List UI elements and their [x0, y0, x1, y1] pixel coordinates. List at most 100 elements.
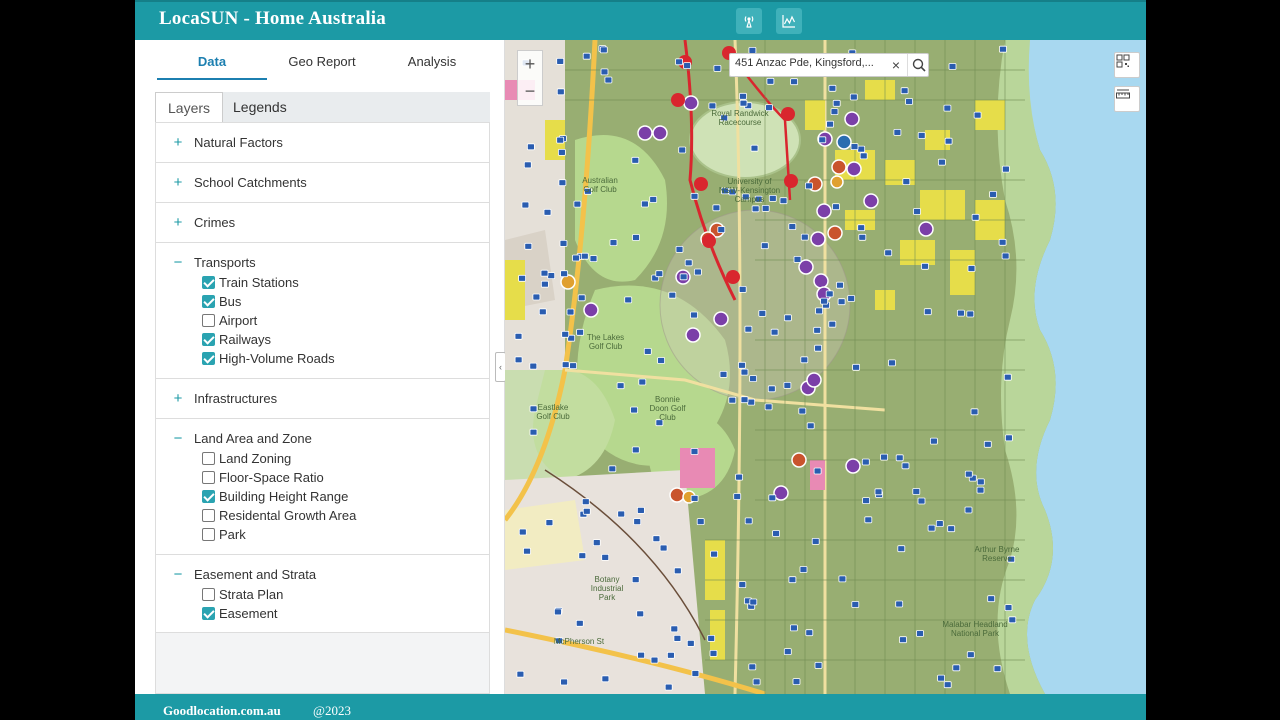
bus-stop-icon[interactable]	[556, 57, 565, 65]
bus-stop-icon[interactable]	[766, 77, 775, 85]
bus-stop-icon[interactable]	[783, 648, 792, 655]
bus-stop-icon[interactable]	[805, 629, 814, 637]
close-icon[interactable]: ×	[887, 56, 905, 74]
search-button[interactable]	[907, 54, 929, 76]
bus-stop-icon[interactable]	[976, 478, 985, 486]
bus-stop-icon[interactable]	[684, 259, 693, 267]
bus-stop-icon[interactable]	[852, 363, 861, 371]
bus-stop-icon[interactable]	[964, 506, 973, 514]
bus-stop-icon[interactable]	[604, 76, 613, 84]
checkbox[interactable]	[202, 295, 215, 308]
bus-stop-icon[interactable]	[927, 524, 936, 532]
bus-stop-icon[interactable]	[693, 268, 702, 276]
bus-stop-icon[interactable]	[792, 678, 801, 685]
bus-stop-icon[interactable]	[923, 308, 932, 316]
bus-stop-icon[interactable]	[772, 530, 781, 537]
bus-stop-icon[interactable]	[828, 84, 837, 92]
bus-stop-icon[interactable]	[948, 63, 957, 70]
bus-stop-icon[interactable]	[566, 308, 575, 316]
bus-stop-icon[interactable]	[815, 307, 824, 315]
bus-stop-icon[interactable]	[523, 161, 532, 169]
bus-stop-icon[interactable]	[609, 239, 618, 247]
bus-stop-icon[interactable]	[858, 233, 867, 241]
bus-stop-icon[interactable]	[738, 581, 747, 588]
footer-site-link[interactable]: Goodlocation.com.au	[163, 703, 281, 719]
bus-stop-icon[interactable]	[710, 550, 719, 558]
bus-stop-icon[interactable]	[545, 519, 554, 527]
bus-stop-icon[interactable]	[524, 242, 533, 250]
expand-plus-icon[interactable]: +	[171, 135, 185, 151]
bus-stop-icon[interactable]	[895, 454, 904, 462]
group-header[interactable]: + School Catchments	[156, 175, 489, 191]
bus-stop-icon[interactable]	[573, 200, 582, 208]
bus-stop-icon[interactable]	[998, 238, 1007, 246]
bus-stop-icon[interactable]	[767, 385, 776, 393]
bus-stop-icon[interactable]	[668, 291, 677, 299]
collapse-minus-icon[interactable]: −	[171, 431, 185, 447]
bus-stop-icon[interactable]	[826, 120, 835, 128]
bus-stop-icon[interactable]	[830, 108, 839, 115]
bus-stop-icon[interactable]	[814, 344, 823, 352]
bus-stop-icon[interactable]	[569, 362, 577, 370]
bus-stop-icon[interactable]	[857, 224, 866, 232]
layer-railways[interactable]: Railways	[202, 331, 462, 349]
bus-stop-icon[interactable]	[862, 497, 871, 505]
bus-stop-icon[interactable]	[825, 290, 834, 298]
bus-stop-icon[interactable]	[577, 294, 586, 302]
bus-stop-icon[interactable]	[690, 448, 699, 455]
bus-stop-icon[interactable]	[652, 535, 661, 543]
bus-stop-icon[interactable]	[679, 273, 688, 281]
bus-stop-icon[interactable]	[966, 651, 975, 659]
checkbox[interactable]	[202, 528, 215, 541]
bus-stop-icon[interactable]	[631, 446, 640, 454]
bus-stop-icon[interactable]	[859, 152, 868, 160]
bus-stop-icon[interactable]	[874, 488, 883, 496]
bus-stop-icon[interactable]	[541, 280, 549, 288]
checkbox[interactable]	[202, 276, 215, 289]
collapse-minus-icon[interactable]: −	[171, 567, 185, 583]
bus-stop-icon[interactable]	[783, 381, 792, 389]
bus-stop-icon[interactable]	[717, 226, 726, 234]
bus-stop-icon[interactable]	[649, 196, 658, 203]
bus-stop-icon[interactable]	[558, 179, 567, 187]
bus-stop-icon[interactable]	[673, 635, 682, 642]
checkbox[interactable]	[202, 333, 215, 346]
group-header[interactable]: − Easement and Strata	[156, 567, 489, 583]
layer-train-stations[interactable]: Train Stations	[202, 274, 462, 292]
bus-stop-icon[interactable]	[560, 270, 568, 278]
bus-stop-icon[interactable]	[789, 624, 798, 632]
bus-stop-icon[interactable]	[540, 269, 549, 277]
bus-stop-icon[interactable]	[532, 293, 541, 301]
bus-stop-icon[interactable]	[811, 537, 820, 545]
bus-stop-icon[interactable]	[529, 428, 538, 436]
bus-stop-icon[interactable]	[912, 488, 921, 495]
chart-button[interactable]	[776, 8, 802, 34]
bus-stop-icon[interactable]	[813, 326, 822, 334]
bus-stop-icon[interactable]	[675, 58, 684, 66]
layer-bus[interactable]: Bus	[202, 293, 462, 311]
bus-stop-icon[interactable]	[664, 683, 673, 691]
bus-stop-icon[interactable]	[636, 610, 645, 618]
bus-stop-icon[interactable]	[650, 656, 659, 664]
layer-park[interactable]: Park	[202, 526, 462, 544]
bus-stop-icon[interactable]	[740, 396, 749, 404]
bus-stop-icon[interactable]	[993, 665, 1002, 673]
bus-stop-icon[interactable]	[608, 465, 617, 473]
bus-stop-icon[interactable]	[696, 518, 705, 526]
bus-stop-icon[interactable]	[884, 249, 893, 257]
bus-stop-icon[interactable]	[559, 239, 568, 247]
bus-stop-icon[interactable]	[523, 547, 531, 555]
bus-stop-icon[interactable]	[631, 156, 640, 164]
bus-stop-icon[interactable]	[783, 314, 792, 322]
bus-stop-icon[interactable]	[744, 517, 753, 525]
bus-stop-icon[interactable]	[589, 255, 598, 263]
bus-stop-icon[interactable]	[917, 132, 926, 139]
bus-stop-icon[interactable]	[538, 308, 547, 316]
bus-stop-icon[interactable]	[943, 104, 952, 112]
bus-stop-icon[interactable]	[976, 486, 985, 494]
bus-stop-icon[interactable]	[832, 203, 840, 211]
bus-stop-icon[interactable]	[800, 233, 809, 241]
bus-stop-icon[interactable]	[749, 375, 758, 383]
bus-stop-icon[interactable]	[712, 204, 721, 212]
bus-stop-icon[interactable]	[864, 516, 873, 524]
